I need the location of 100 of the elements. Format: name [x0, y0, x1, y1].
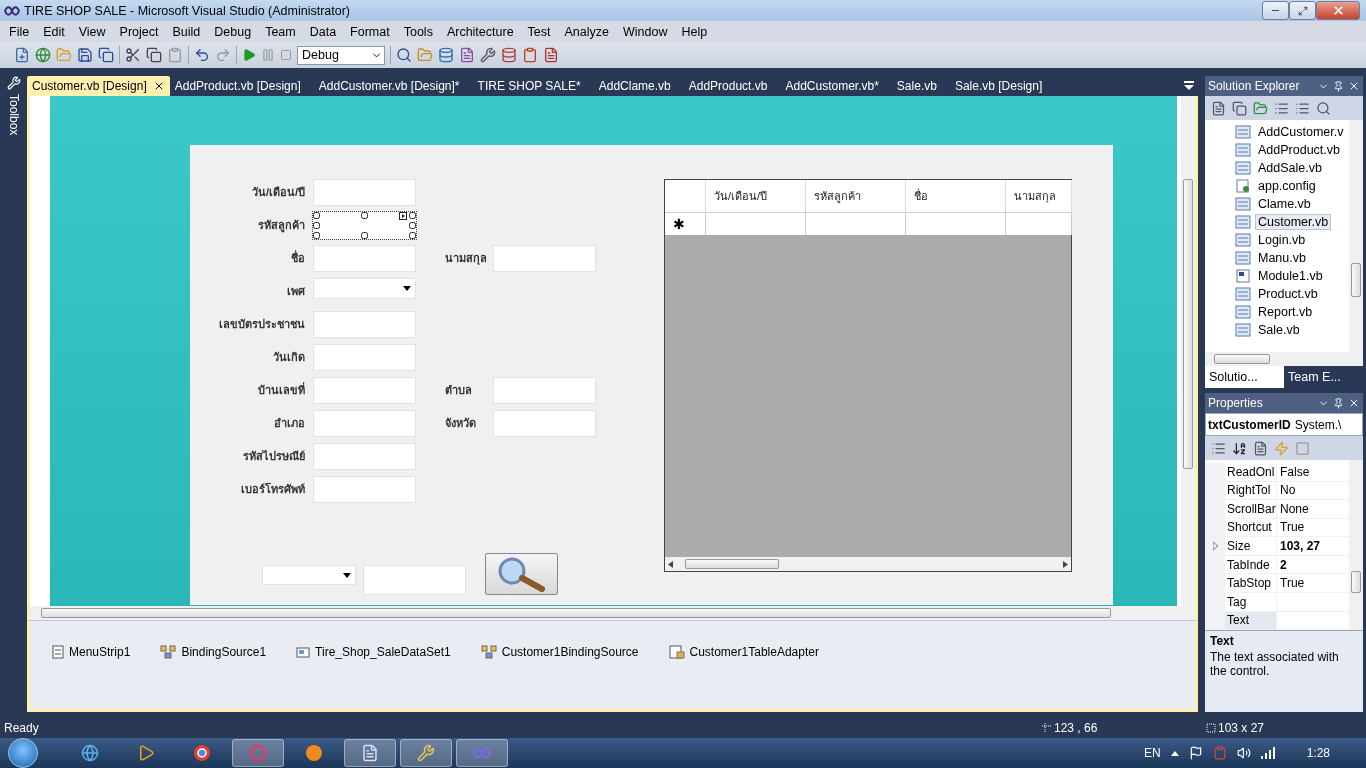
property-value[interactable]: None [1277, 500, 1349, 518]
property-value[interactable]: No [1277, 481, 1349, 500]
alphabetical-icon[interactable] [1232, 440, 1247, 456]
menu-item[interactable]: Analyze [557, 24, 616, 39]
network-icon[interactable] [1260, 747, 1275, 759]
menu-item[interactable]: Edit [36, 24, 72, 39]
tree-item[interactable]: app.config [1255, 178, 1319, 194]
object-selector[interactable]: txtCustomerID System.\ [1205, 413, 1363, 436]
menu-item[interactable]: Debug [207, 24, 259, 39]
menu-item[interactable]: Project [112, 24, 166, 39]
dropdown-field[interactable] [262, 565, 356, 585]
cut-icon[interactable] [125, 47, 141, 63]
document-tab[interactable]: AddProduct.vb [Design] [169, 76, 314, 96]
document-tab[interactable]: TIRE SHOP SALE* [472, 76, 594, 96]
expand-icon[interactable] [1212, 542, 1218, 551]
horizontal-scrollbar[interactable] [30, 606, 1195, 620]
text-field[interactable] [493, 245, 596, 272]
tree-item[interactable]: AddProduct.vb [1255, 142, 1343, 158]
text-field[interactable] [313, 245, 416, 272]
categorized-icon[interactable] [1211, 440, 1226, 456]
start-icon[interactable] [242, 48, 256, 62]
tree-item[interactable]: AddCustomer.v [1255, 124, 1347, 140]
component-label[interactable]: BindingSource1 [181, 645, 267, 659]
menu-item[interactable]: Test [520, 24, 558, 39]
menu-item[interactable]: Window [616, 24, 675, 39]
property-value[interactable]: 2 [1277, 555, 1349, 574]
document-tab[interactable]: AddClame.vb [593, 76, 684, 96]
tree-item[interactable]: Manu.vb [1255, 250, 1309, 266]
taskbar-button[interactable] [344, 739, 396, 767]
tree-item[interactable]: Report.vb [1255, 304, 1316, 320]
text-field[interactable] [493, 377, 596, 404]
tree-item[interactable]: Module1.vb [1255, 268, 1326, 284]
property-value[interactable]: True [1277, 574, 1349, 592]
volume-icon[interactable] [1236, 746, 1251, 760]
show-files-icon[interactable] [1232, 100, 1247, 116]
vertical-scrollbar[interactable] [1181, 96, 1195, 606]
property-value[interactable]: False [1277, 463, 1349, 481]
document-tab[interactable]: AddProduct.vb [683, 76, 781, 96]
tree-item[interactable]: Login.vb [1255, 232, 1309, 248]
document-tab[interactable]: AddCustomer.vb* [780, 76, 892, 96]
property-name[interactable]: ScrollBar [1225, 500, 1277, 518]
component-label[interactable]: Customer1TableAdapter [689, 645, 819, 659]
property-name[interactable]: ReadOnl [1225, 463, 1277, 481]
tree-item[interactable]: AddSale.vb [1255, 160, 1325, 176]
menu-item[interactable]: Build [165, 24, 208, 39]
globe-icon[interactable] [35, 47, 51, 63]
text-field[interactable] [493, 410, 596, 437]
property-value[interactable]: 103, 27 [1277, 537, 1349, 555]
vertical-scrollbar[interactable] [1349, 460, 1363, 630]
text-field[interactable] [313, 476, 416, 503]
menu-item[interactable]: File [2, 24, 37, 39]
menu-item[interactable]: Tools [396, 24, 440, 39]
copy-icon[interactable] [146, 47, 162, 63]
folder-icon[interactable] [417, 47, 433, 63]
property-name[interactable]: Size [1225, 537, 1277, 555]
tree-item[interactable]: Product.vb [1255, 286, 1321, 302]
text-field[interactable] [313, 344, 416, 371]
find-icon[interactable] [396, 47, 412, 63]
document-tab[interactable]: Sale.vb [891, 76, 950, 96]
property-name[interactable]: TabStop [1225, 574, 1277, 592]
document-tab[interactable]: Customer.vb [Design] [27, 76, 170, 96]
component-label[interactable]: Tire_Shop_SaleDataSet1 [315, 645, 451, 659]
text-field[interactable] [313, 311, 416, 338]
text-field[interactable] [313, 179, 416, 206]
clipboard-icon[interactable] [522, 47, 538, 63]
tools-icon[interactable] [480, 47, 496, 63]
tab-list-icon[interactable] [1184, 81, 1194, 90]
menu-item[interactable]: Format [343, 24, 397, 39]
menu-item[interactable]: Team [258, 24, 303, 39]
database-icon[interactable] [438, 47, 454, 63]
configuration-dropdown[interactable]: Debug [297, 45, 385, 65]
menu-item[interactable]: Data [302, 24, 344, 39]
search-field[interactable] [363, 565, 466, 595]
save-icon[interactable] [77, 47, 93, 63]
scroll-right-icon[interactable] [1063, 560, 1068, 568]
database-icon[interactable] [501, 47, 517, 63]
undo-icon[interactable] [194, 47, 210, 63]
toolbox-tab[interactable]: Toolbox [6, 94, 21, 136]
tree-item[interactable]: Clame.vb [1255, 196, 1314, 212]
paste-icon[interactable] [167, 47, 183, 63]
menu-item[interactable]: Architecture [439, 24, 521, 39]
close-icon[interactable] [1348, 80, 1360, 92]
new-file-icon[interactable] [14, 47, 30, 63]
dropdown-field[interactable] [313, 278, 416, 299]
menu-item[interactable]: Help [674, 24, 715, 39]
pin-icon[interactable] [1333, 397, 1344, 409]
action-center-icon[interactable] [1188, 746, 1203, 760]
tray-icon[interactable] [1212, 746, 1227, 760]
text-field[interactable] [313, 443, 416, 470]
start-button[interactable] [8, 738, 38, 768]
stop-icon[interactable] [280, 49, 292, 61]
data-grid[interactable]: วัน/เดือน/ปี รหัสลูกค้า ชื่อ นามสกุล ✱ [664, 179, 1072, 572]
text-field[interactable] [313, 377, 416, 404]
pane-tab[interactable]: Team E... [1284, 366, 1363, 388]
menu-item[interactable]: View [71, 24, 113, 39]
maximize-button[interactable] [1289, 1, 1316, 20]
close-button[interactable] [1316, 1, 1360, 20]
component-label[interactable]: Customer1BindingSource [501, 645, 639, 659]
horizontal-scrollbar[interactable] [1205, 352, 1363, 366]
show-hidden-icons[interactable] [1170, 750, 1179, 756]
